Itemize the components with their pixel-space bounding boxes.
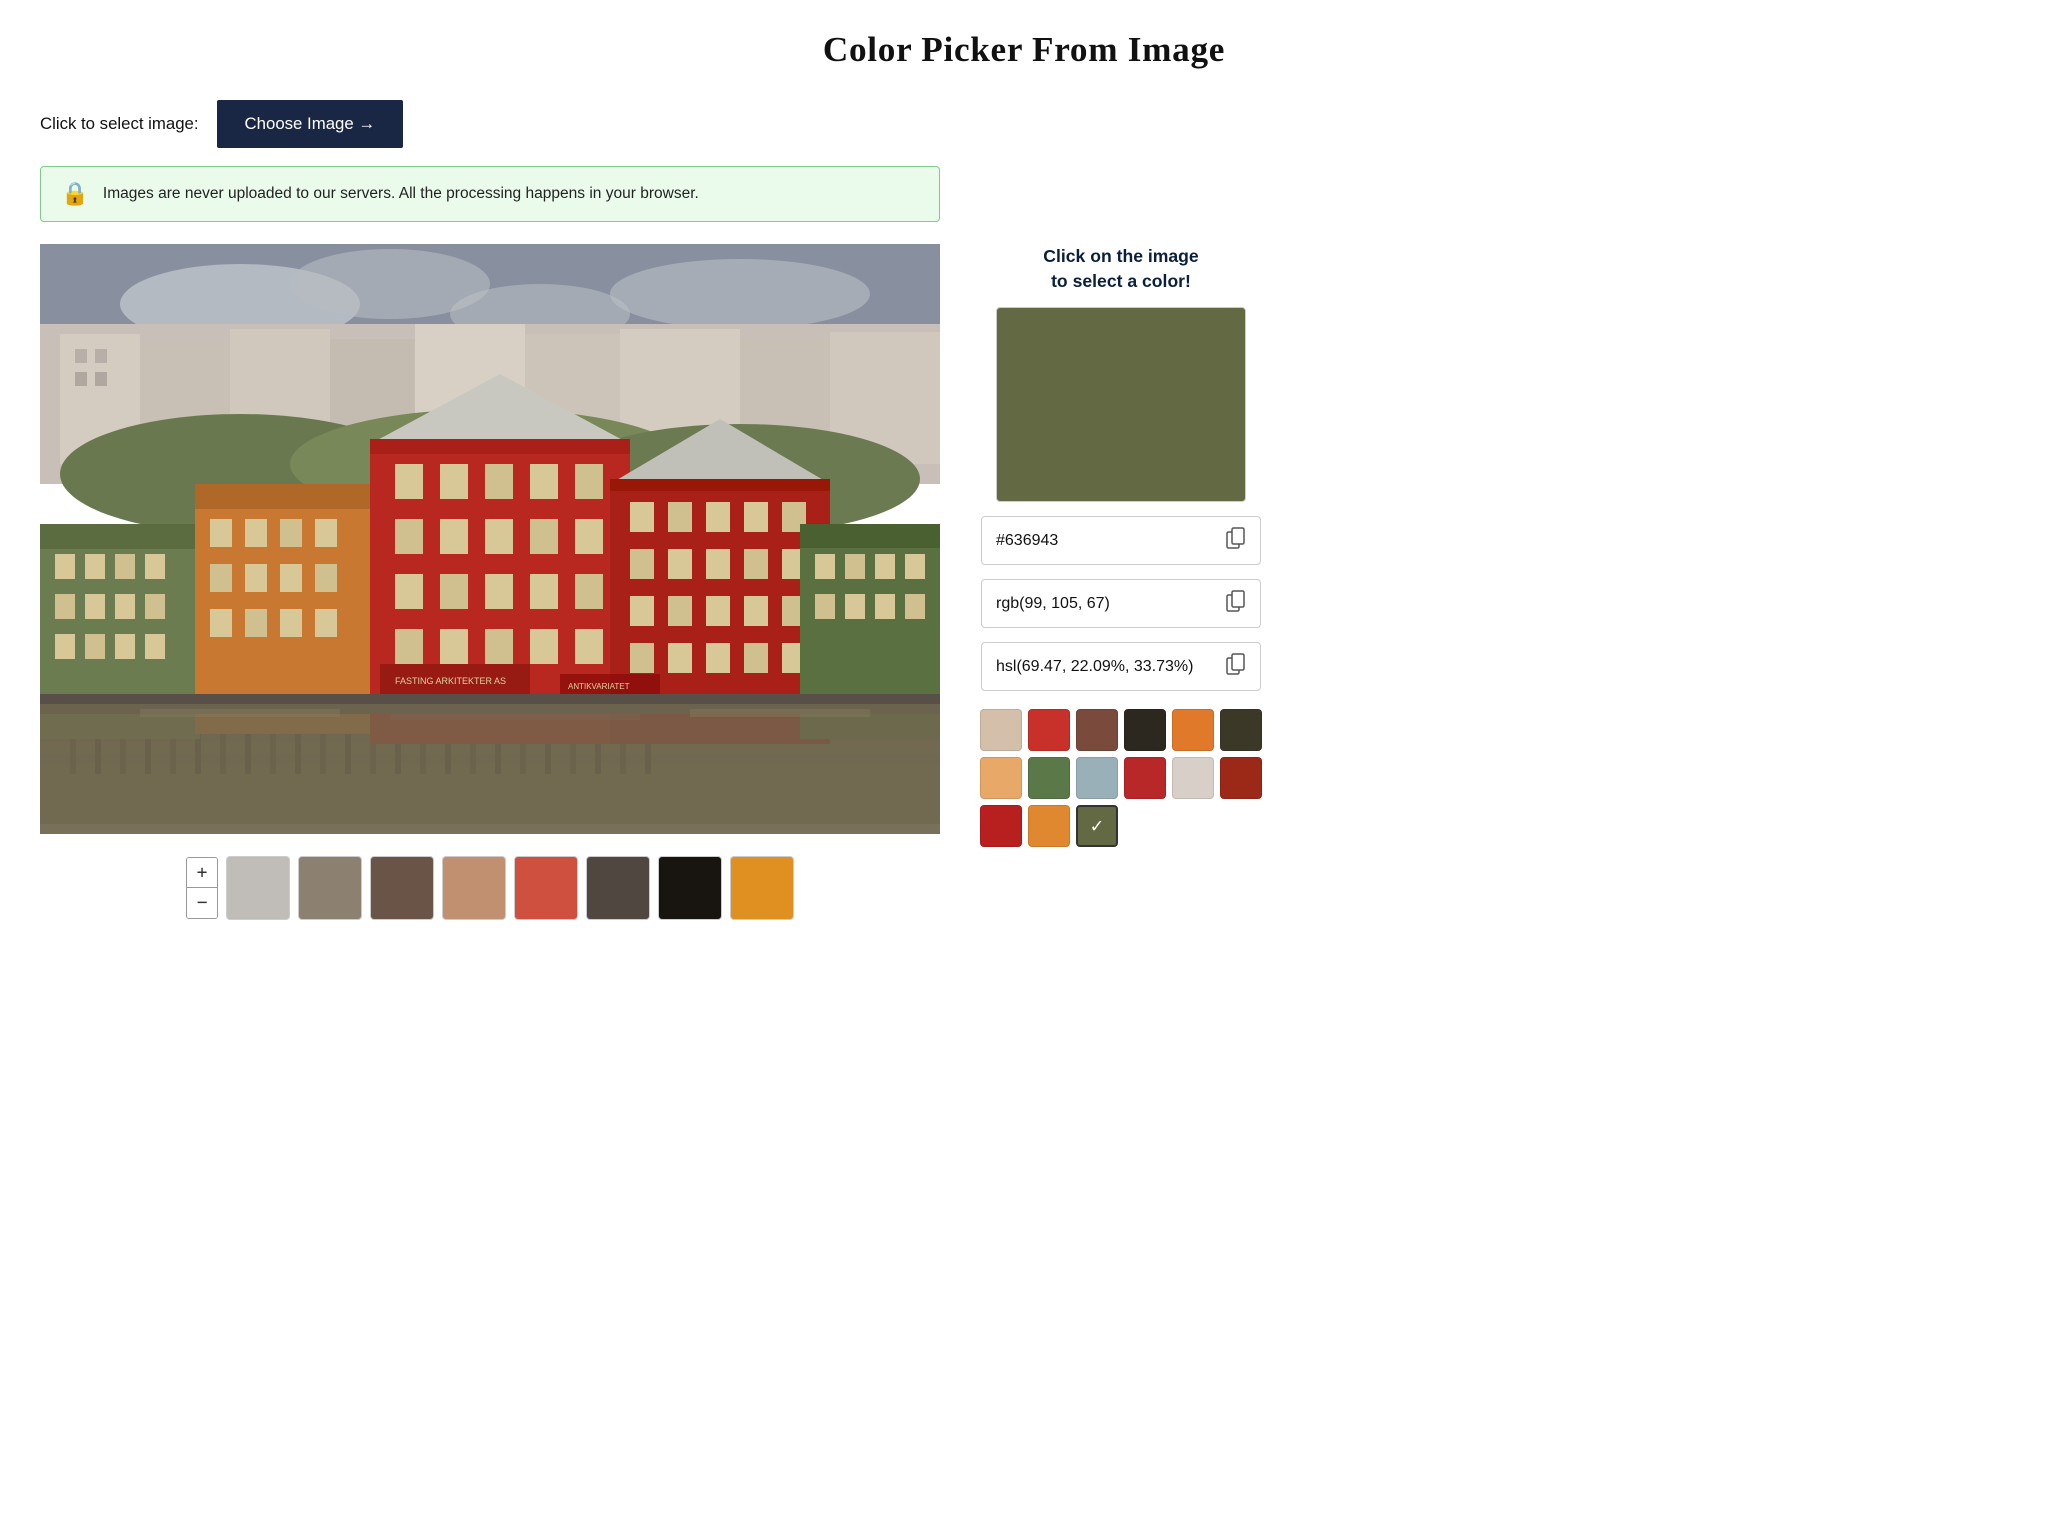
mini-swatch-3[interactable] [1124,709,1166,751]
palette-swatch-2[interactable] [370,856,434,920]
copy-hex-button[interactable] [1218,527,1246,554]
svg-text:ANTIKVARIATET: ANTIKVARIATET [568,682,630,691]
zoom-controls[interactable]: + − [186,857,218,919]
mini-swatch-6[interactable] [980,757,1022,799]
palette-swatch-4[interactable] [514,856,578,920]
hex-value-row: #636943 [981,516,1261,565]
zoom-out-button[interactable]: − [187,888,217,918]
privacy-banner: 🔒 Images are never uploaded to our serve… [40,166,940,222]
mini-swatch-8[interactable] [1076,757,1118,799]
click-label: Click to select image: [40,114,199,134]
zoom-in-button[interactable]: + [187,858,217,888]
mini-swatch-12[interactable] [980,805,1022,847]
palette-swatch-7[interactable] [730,856,794,920]
color-preview [996,307,1246,502]
mini-swatch-0[interactable] [980,709,1022,751]
left-column: FASTING ARKITEKTER AS ANTIKVARIATET + − [40,244,940,920]
page-title: Color Picker From Image [40,30,2008,70]
privacy-text: Images are never uploaded to our servers… [103,185,699,203]
mini-swatch-9[interactable] [1124,757,1166,799]
copy-hsl-button[interactable] [1218,653,1246,680]
hsl-value: hsl(69.47, 22.09%, 33.73%) [996,658,1218,676]
mini-swatch-13[interactable] [1028,805,1070,847]
choose-image-button[interactable]: Choose Image → [217,100,404,148]
rgb-value-row: rgb(99, 105, 67) [981,579,1261,628]
mini-swatch-5[interactable] [1220,709,1262,751]
copy-rgb-button[interactable] [1218,590,1246,617]
palette-swatch-0[interactable] [226,856,290,920]
palette-swatch-5[interactable] [586,856,650,920]
mini-palette-grid: ✓ [980,709,1262,847]
palette-swatch-1[interactable] [298,856,362,920]
mini-swatch-4[interactable] [1172,709,1214,751]
top-controls: Click to select image: Choose Image → [40,100,2008,148]
hsl-value-row: hsl(69.47, 22.09%, 33.73%) [981,642,1261,691]
palette-swatch-3[interactable] [442,856,506,920]
lock-icon: 🔒 [61,181,89,207]
palette-swatch-6[interactable] [658,856,722,920]
hex-value: #636943 [996,532,1218,550]
mini-swatch-10[interactable] [1172,757,1214,799]
mini-swatch-1[interactable] [1028,709,1070,751]
mini-swatch-11[interactable] [1220,757,1262,799]
mini-swatch-14-selected[interactable]: ✓ [1076,805,1118,847]
bottom-palette: + − [40,856,940,920]
mini-swatch-2[interactable] [1076,709,1118,751]
svg-text:FASTING ARKITEKTER AS: FASTING ARKITEKTER AS [395,676,506,686]
rgb-value: rgb(99, 105, 67) [996,595,1218,613]
right-column: Click on the image to select a color! #6… [976,244,1266,847]
right-panel-instruction: Click on the image to select a color! [1043,244,1198,293]
image-canvas[interactable]: FASTING ARKITEKTER AS ANTIKVARIATET [40,244,940,834]
mini-swatch-7[interactable] [1028,757,1070,799]
main-layout: FASTING ARKITEKTER AS ANTIKVARIATET + − [40,244,2008,920]
